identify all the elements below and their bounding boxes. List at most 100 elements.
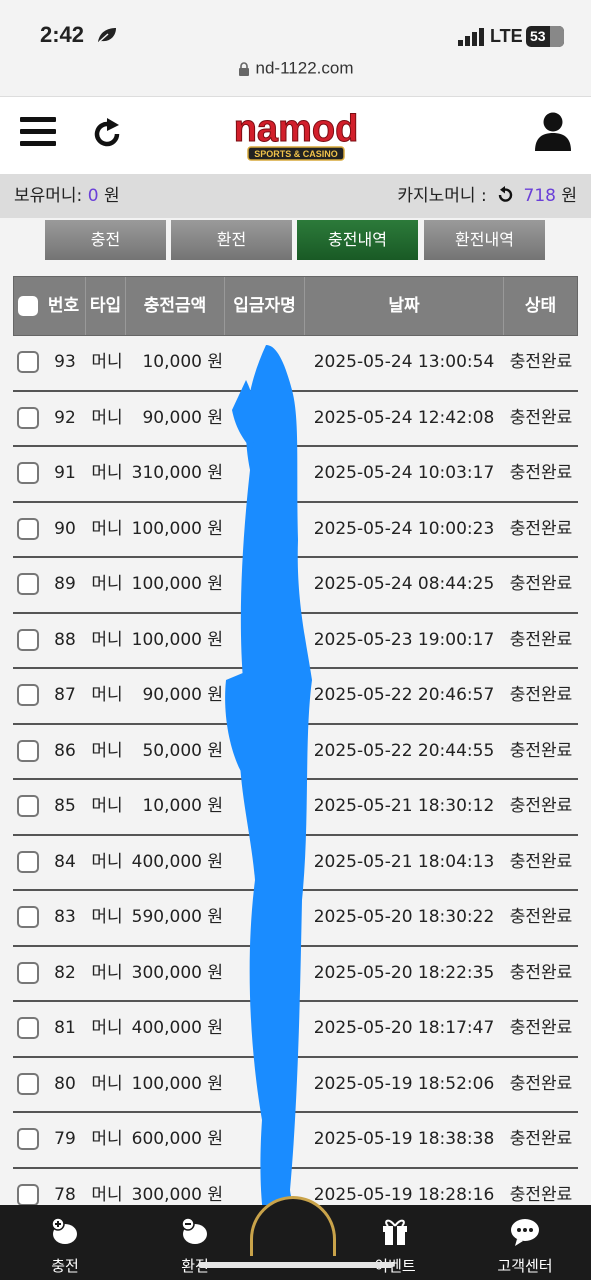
row-amount: 300,000 원 [131, 962, 223, 983]
tab-withdraw[interactable]: 환전 [171, 220, 292, 260]
site-logo[interactable]: namod SPORTS & CASINO [200, 107, 392, 163]
row-type: 머니 [91, 907, 123, 927]
row-date: 2025-05-23 19:00:17 [313, 629, 495, 650]
row-status: 충전완료 [509, 629, 573, 650]
table-row: 88 머니 100,000 원 2025-05-23 19:00:17 충전완료 [13, 613, 578, 669]
site-header: namod SPORTS & CASINO [0, 96, 591, 174]
row-status: 충전완료 [509, 962, 573, 983]
reload-icon[interactable] [90, 117, 124, 151]
row-number: 79 [54, 1129, 76, 1149]
row-checkbox[interactable] [17, 1017, 39, 1039]
tab-deposit[interactable]: 충전 [45, 220, 166, 260]
address-bar[interactable]: nd-1122.com [0, 58, 591, 96]
nav-deposit[interactable]: 충전 [10, 1205, 120, 1280]
row-checkbox[interactable] [17, 406, 39, 429]
tab-deposit-history[interactable]: 충전내역 [297, 220, 418, 260]
holding-label: 보유머니: [14, 186, 83, 206]
row-status: 충전완료 [509, 352, 573, 372]
row-type: 머니 [91, 463, 123, 483]
table-row: 90 머니 100,000 원 2025-05-24 10:00:23 충전완료 [13, 502, 578, 558]
network-label: LTE [490, 26, 523, 46]
row-checkbox[interactable] [17, 1128, 39, 1150]
row-type: 머니 [91, 962, 123, 983]
status-bar: 2:42 LTE 53 [0, 0, 591, 58]
header-amount: 충전금액 [126, 277, 225, 335]
user-icon[interactable] [534, 111, 572, 151]
row-number: 82 [54, 962, 76, 983]
row-type: 머니 [91, 574, 123, 594]
nav-withdraw[interactable]: 환전 [140, 1205, 250, 1280]
row-amount: 100,000 원 [131, 518, 223, 539]
row-type: 머니 [91, 407, 123, 428]
battery-level: 53 [530, 28, 546, 44]
row-amount: 100,000 원 [131, 629, 223, 650]
header-date: 날짜 [305, 277, 504, 335]
nav-support[interactable]: 고객센터 [470, 1205, 580, 1280]
row-checkbox[interactable] [17, 906, 39, 928]
nav-deposit-label: 충전 [51, 1257, 79, 1275]
row-type: 머니 [91, 1018, 123, 1038]
row-status: 충전완료 [509, 1073, 573, 1094]
balance-bar: 보유머니: 0 원 카지노머니 : 718 원 [0, 174, 591, 218]
row-amount: 100,000 원 [131, 1073, 223, 1094]
row-checkbox[interactable] [17, 1183, 39, 1206]
row-amount: 10,000 원 [142, 796, 223, 816]
home-indicator[interactable] [198, 1262, 394, 1268]
row-number: 93 [54, 352, 76, 372]
row-amount: 590,000 원 [131, 907, 223, 927]
logo-text: namod [234, 108, 359, 150]
row-amount: 50,000 원 [142, 740, 223, 761]
row-checkbox[interactable] [17, 628, 39, 651]
row-checkbox[interactable] [17, 795, 39, 817]
row-checkbox[interactable] [17, 573, 39, 595]
row-type: 머니 [91, 796, 123, 816]
header-type: 타입 [86, 277, 126, 335]
row-date: 2025-05-20 18:17:47 [313, 1018, 495, 1038]
table-row: 86 머니 50,000 원 2025-05-22 20:44:55 충전완료 [13, 724, 578, 780]
table-row: 93 머니 10,000 원 2025-05-24 13:00:54 충전완료 [13, 336, 578, 392]
row-checkbox[interactable] [17, 1072, 39, 1095]
holding-unit: 원 [103, 186, 120, 206]
header-select-all[interactable] [14, 277, 44, 335]
refresh-icon[interactable] [496, 186, 514, 204]
tab-withdraw-history[interactable]: 환전내역 [424, 220, 545, 260]
deposit-history-table: 번호 타입 충전금액 입금자명 날짜 상태 93 머니 10,000 원 2025-0… [13, 276, 578, 1224]
battery-icon: 53 [526, 26, 564, 47]
row-checkbox[interactable] [17, 961, 39, 984]
row-date: 2025-05-22 20:44:55 [313, 740, 495, 761]
nav-support-label: 고객센터 [497, 1257, 553, 1275]
row-date: 2025-05-24 10:03:17 [313, 463, 495, 483]
row-amount: 100,000 원 [131, 574, 223, 594]
row-status: 충전완료 [509, 796, 573, 816]
row-checkbox[interactable] [17, 462, 39, 484]
row-number: 84 [54, 851, 76, 872]
nav-event[interactable]: 이벤트 [340, 1205, 450, 1280]
select-all-checkbox[interactable] [18, 296, 38, 316]
row-checkbox[interactable] [17, 351, 39, 373]
row-checkbox[interactable] [17, 739, 39, 762]
row-date: 2025-05-21 18:30:12 [313, 796, 495, 816]
row-date: 2025-05-24 12:42:08 [313, 407, 495, 428]
menu-icon[interactable] [20, 117, 56, 149]
row-date: 2025-05-21 18:04:13 [313, 851, 495, 872]
row-amount: 600,000 원 [131, 1129, 223, 1149]
row-status: 충전완료 [509, 907, 573, 927]
row-checkbox[interactable] [17, 517, 39, 540]
casino-value: 718 [523, 186, 556, 206]
row-type: 머니 [91, 629, 123, 650]
row-type: 머니 [91, 518, 123, 539]
row-checkbox[interactable] [17, 684, 39, 706]
header-depositor: 입금자명 [225, 277, 305, 335]
logo-subtitle: SPORTS & CASINO [254, 149, 338, 159]
status-time: 2:42 [40, 22, 85, 47]
row-number: 86 [54, 740, 76, 761]
table-row: 91 머니 310,000 원 2025-05-24 10:03:17 충전완료 [13, 447, 578, 503]
row-number: 85 [54, 796, 76, 816]
row-amount: 310,000 원 [131, 463, 223, 483]
row-date: 2025-05-22 20:46:57 [313, 685, 495, 705]
row-checkbox[interactable] [17, 850, 39, 873]
signal-icon [458, 28, 484, 46]
row-amount: 400,000 원 [131, 851, 223, 872]
row-number: 92 [54, 407, 76, 428]
table-row: 79 머니 600,000 원 2025-05-19 18:38:38 충전완료 [13, 1113, 578, 1169]
